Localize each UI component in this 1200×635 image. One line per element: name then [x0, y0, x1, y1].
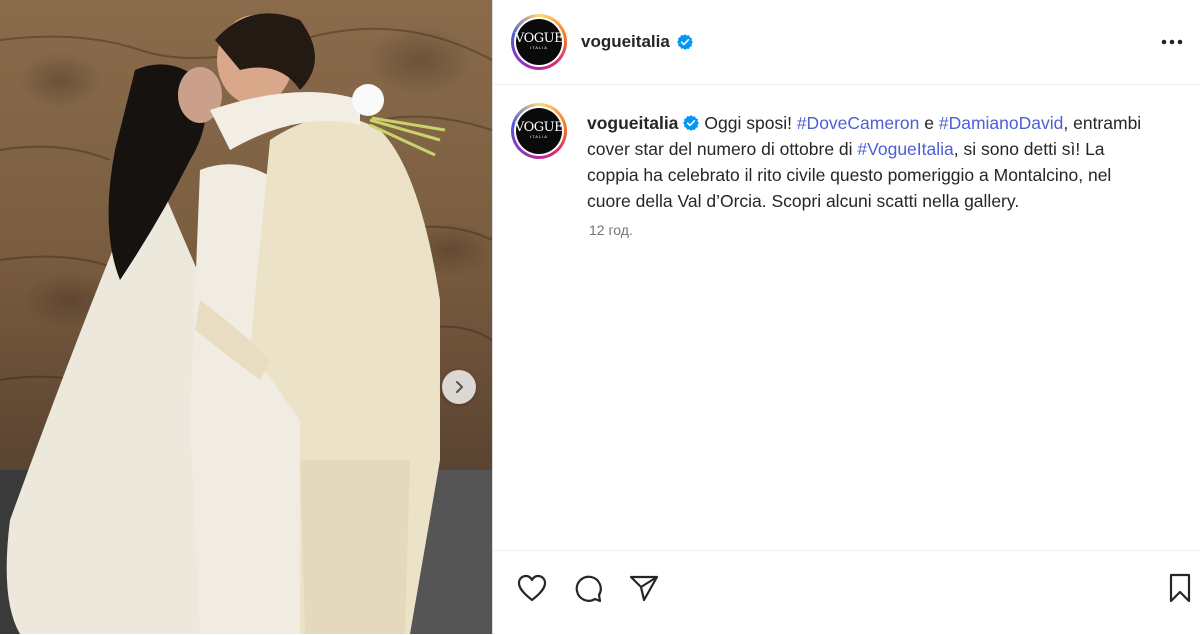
verified-badge-icon [676, 33, 694, 51]
caption-username[interactable]: vogueitalia [587, 113, 678, 133]
action-bar [493, 550, 1200, 635]
post-photo[interactable] [0, 0, 492, 634]
comment-icon [575, 575, 602, 603]
share-button[interactable] [627, 571, 661, 605]
post-timestamp[interactable]: 12 год. [589, 222, 1200, 238]
post-username[interactable]: vogueitalia [581, 32, 670, 52]
avatar-logo: VOGUE [514, 31, 564, 46]
hashtag-link[interactable]: #DamianoDavid [939, 113, 1064, 133]
post-header: VOGUE ITALIA vogueitalia [493, 0, 1200, 85]
more-options-icon [1161, 39, 1183, 45]
post-caption: vogueitalia Oggi sposi! #DoveCameron e #D… [587, 110, 1147, 214]
caption-row: VOGUE ITALIA vogueitalia Oggi sposi! #Dov… [493, 85, 1200, 214]
comment-button[interactable] [571, 571, 605, 605]
caption-text: e [919, 113, 939, 133]
caption-text: Oggi sposi! [704, 113, 797, 133]
like-button[interactable] [515, 571, 549, 605]
wedding-photo-illustration [0, 13, 492, 634]
avatar-logo-sub: ITALIA [530, 45, 548, 50]
post-side-panel: VOGUE ITALIA vogueitalia VOGUE ITALIA vo… [493, 0, 1200, 634]
carousel-next-button[interactable] [442, 370, 476, 404]
avatar[interactable]: VOGUE ITALIA [511, 14, 567, 70]
avatar-logo: VOGUE [514, 120, 564, 135]
hashtag-link[interactable]: #DoveCameron [797, 113, 920, 133]
save-button[interactable] [1163, 571, 1197, 605]
heart-icon [517, 574, 547, 602]
chevron-right-icon [456, 381, 463, 393]
verified-badge-icon [682, 113, 700, 131]
avatar-logo-sub: ITALIA [530, 134, 548, 139]
caption-avatar[interactable]: VOGUE ITALIA [511, 103, 567, 159]
hashtag-link[interactable]: #VogueItalia [857, 139, 953, 159]
send-icon [629, 575, 659, 602]
bookmark-icon [1169, 573, 1191, 603]
more-options-button[interactable] [1158, 28, 1186, 56]
